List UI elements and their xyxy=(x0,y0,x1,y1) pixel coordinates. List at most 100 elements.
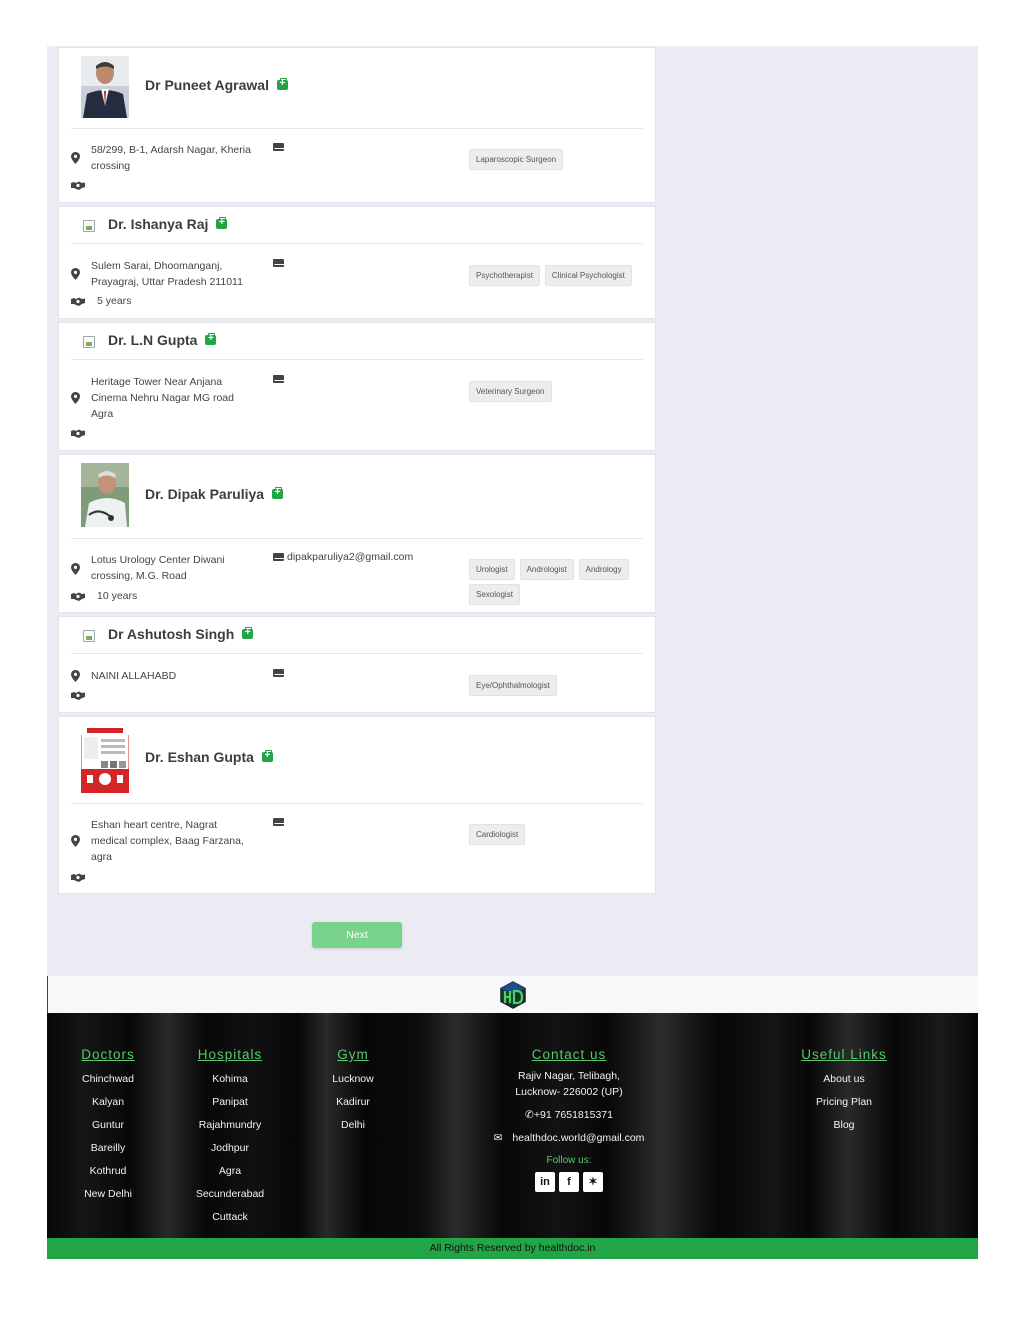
doctor-address: 58/299, B-1, Adarsh Nagar, Kheria crossi… xyxy=(91,144,251,172)
card-divider xyxy=(71,128,643,129)
specialty-tags: Cardiologist xyxy=(469,824,647,845)
specialty-tag[interactable]: Cardiologist xyxy=(469,824,526,845)
card-divider xyxy=(71,538,643,539)
footer-link[interactable]: Chinchwad xyxy=(69,1068,147,1091)
facebook-icon[interactable]: f xyxy=(559,1172,579,1192)
footer-link[interactable]: Pricing Plan xyxy=(781,1091,907,1114)
specialty-tag[interactable]: Clinical Psychologist xyxy=(544,265,632,286)
doctor-address: Heritage Tower Near Anjana Cinema Nehru … xyxy=(91,376,234,420)
specialty-tag[interactable]: Andrology xyxy=(578,559,629,580)
contact-phone[interactable]: ✆+91 7651815371 xyxy=(479,1107,659,1123)
footer-logo-bar xyxy=(47,976,978,1013)
doctor-card[interactable]: Dr Ashutosh Singh NAINI ALLAHABD Eye/Oph… xyxy=(58,616,656,713)
twitter-icon[interactable]: ✶ xyxy=(583,1172,603,1192)
specialty-tag[interactable]: Psychotherapist xyxy=(469,265,540,286)
footer-link[interactable]: Kohima xyxy=(185,1068,275,1091)
doctor-address: Eshan heart centre, Nagrat medical compl… xyxy=(91,819,244,863)
footer-link[interactable]: Blog xyxy=(781,1114,907,1137)
location-pin-icon xyxy=(71,268,80,280)
footer-link[interactable]: Bareilly xyxy=(69,1137,147,1160)
envelope-icon xyxy=(273,375,285,383)
footer-link[interactable]: Cuttack xyxy=(185,1206,275,1229)
doctor-card[interactable]: Dr. L.N Gupta Heritage Tower Near Anjana… xyxy=(58,322,656,451)
next-page-button[interactable]: Next xyxy=(312,922,402,948)
specialty-tag[interactable]: Urologist xyxy=(469,559,515,580)
location-pin-icon xyxy=(71,670,80,682)
footer-link[interactable]: Rajahmundry xyxy=(185,1114,275,1137)
footer-link[interactable]: New Delhi xyxy=(69,1183,147,1206)
broken-image-icon xyxy=(83,220,95,232)
footer-link[interactable]: About us xyxy=(781,1068,907,1091)
handshake-icon xyxy=(71,873,85,882)
card-divider xyxy=(71,359,643,360)
location-pin-icon xyxy=(71,563,80,575)
verified-icon xyxy=(205,333,217,346)
footer-link[interactable]: Panipat xyxy=(185,1091,275,1114)
footer-heading[interactable]: Contact us xyxy=(479,1047,659,1062)
footer-link[interactable]: Kalyan xyxy=(69,1091,147,1114)
footer-link[interactable]: Kadirur xyxy=(323,1091,383,1114)
footer-link[interactable]: Kothrud xyxy=(69,1160,147,1183)
social-links: in f ✶ xyxy=(479,1172,659,1192)
doctor-name[interactable]: Dr. Ishanya Raj xyxy=(108,216,228,232)
specialty-tags: Veterinary Surgeon xyxy=(469,381,647,402)
doctor-name[interactable]: Dr Ashutosh Singh xyxy=(108,626,254,642)
doctor-card[interactable]: Dr. Eshan Gupta Eshan heart centre, Nagr… xyxy=(58,716,656,894)
envelope-icon xyxy=(273,818,285,826)
card-divider xyxy=(71,653,643,654)
specialty-tag[interactable]: Veterinary Surgeon xyxy=(469,381,552,402)
contact-address-line: Rajiv Nagar, Telibagh, xyxy=(518,1070,620,1082)
verified-icon xyxy=(272,487,284,500)
site-footer: Doctors Chinchwad Kalyan Guntur Bareilly… xyxy=(47,1013,978,1238)
doctor-name[interactable]: Dr. Eshan Gupta xyxy=(145,749,273,765)
envelope-icon xyxy=(273,143,285,151)
doctor-name[interactable]: Dr Puneet Agrawal xyxy=(145,77,288,93)
footer-link[interactable]: Agra xyxy=(185,1160,275,1183)
footer-contact-column: Contact us Rajiv Nagar, Telibagh, Luckno… xyxy=(479,1047,659,1192)
doctor-card[interactable]: Dr Puneet Agrawal 58/299, B-1, Adarsh Na… xyxy=(58,47,656,203)
doctor-photo xyxy=(81,725,129,793)
footer-heading[interactable]: Useful Links xyxy=(781,1047,907,1062)
footer-doctors-column: Doctors Chinchwad Kalyan Guntur Bareilly… xyxy=(69,1047,147,1206)
footer-heading[interactable]: Hospitals xyxy=(185,1047,275,1062)
footer-useful-links-column: Useful Links About us Pricing Plan Blog xyxy=(781,1047,907,1137)
verified-icon xyxy=(216,217,228,230)
specialty-tags: Urologist Andrologist Andrology Sexologi… xyxy=(469,559,647,605)
footer-link[interactable]: Lucknow xyxy=(323,1068,383,1091)
specialty-tag[interactable]: Andrologist xyxy=(519,559,574,580)
location-pin-icon xyxy=(71,392,80,404)
handshake-icon xyxy=(71,592,85,601)
doctor-address: Sulem Sarai, Dhoomanganj, Prayagraj, Utt… xyxy=(91,260,243,288)
footer-link[interactable]: Secunderabad xyxy=(185,1183,275,1206)
specialty-tag[interactable]: Sexologist xyxy=(469,584,520,605)
handshake-icon xyxy=(71,691,85,700)
doctor-email[interactable]: dipakparuliya2@gmail.com xyxy=(287,551,413,563)
broken-image-icon xyxy=(83,630,95,642)
envelope-icon xyxy=(273,553,285,561)
doctor-name[interactable]: Dr. Dipak Paruliya xyxy=(145,486,284,502)
doctor-card[interactable]: Dr. Ishanya Raj Sulem Sarai, Dhoomanganj… xyxy=(58,206,656,319)
footer-heading[interactable]: Gym xyxy=(323,1047,383,1062)
footer-link[interactable]: Delhi xyxy=(323,1114,383,1137)
specialty-tags: Laparoscopic Surgeon xyxy=(469,149,647,170)
doctor-name[interactable]: Dr. L.N Gupta xyxy=(108,332,217,348)
broken-image-icon xyxy=(83,336,95,348)
handshake-icon xyxy=(71,429,85,438)
specialty-tag[interactable]: Eye/Ophthalmologist xyxy=(469,675,557,696)
specialty-tag[interactable]: Laparoscopic Surgeon xyxy=(469,149,564,170)
verified-icon xyxy=(242,627,254,640)
verified-icon xyxy=(261,750,273,763)
specialty-tags: Psychotherapist Clinical Psychologist xyxy=(469,265,647,286)
footer-link[interactable]: Jodhpur xyxy=(185,1137,275,1160)
doctor-card[interactable]: Dr. Dipak Paruliya Lotus Urology Center … xyxy=(58,454,656,613)
doctor-address: NAINI ALLAHABD xyxy=(91,670,177,682)
footer-heading[interactable]: Doctors xyxy=(69,1047,147,1062)
footer-link[interactable]: Guntur xyxy=(69,1114,147,1137)
handshake-icon xyxy=(71,181,85,190)
linkedin-icon[interactable]: in xyxy=(535,1172,555,1192)
doctor-photo xyxy=(81,56,129,118)
healthdoc-logo[interactable] xyxy=(499,981,527,1009)
contact-email[interactable]: ✉ healthdoc.world@gmail.com xyxy=(479,1130,659,1146)
handshake-icon xyxy=(71,297,85,306)
phone-icon: ✆ xyxy=(525,1109,534,1121)
